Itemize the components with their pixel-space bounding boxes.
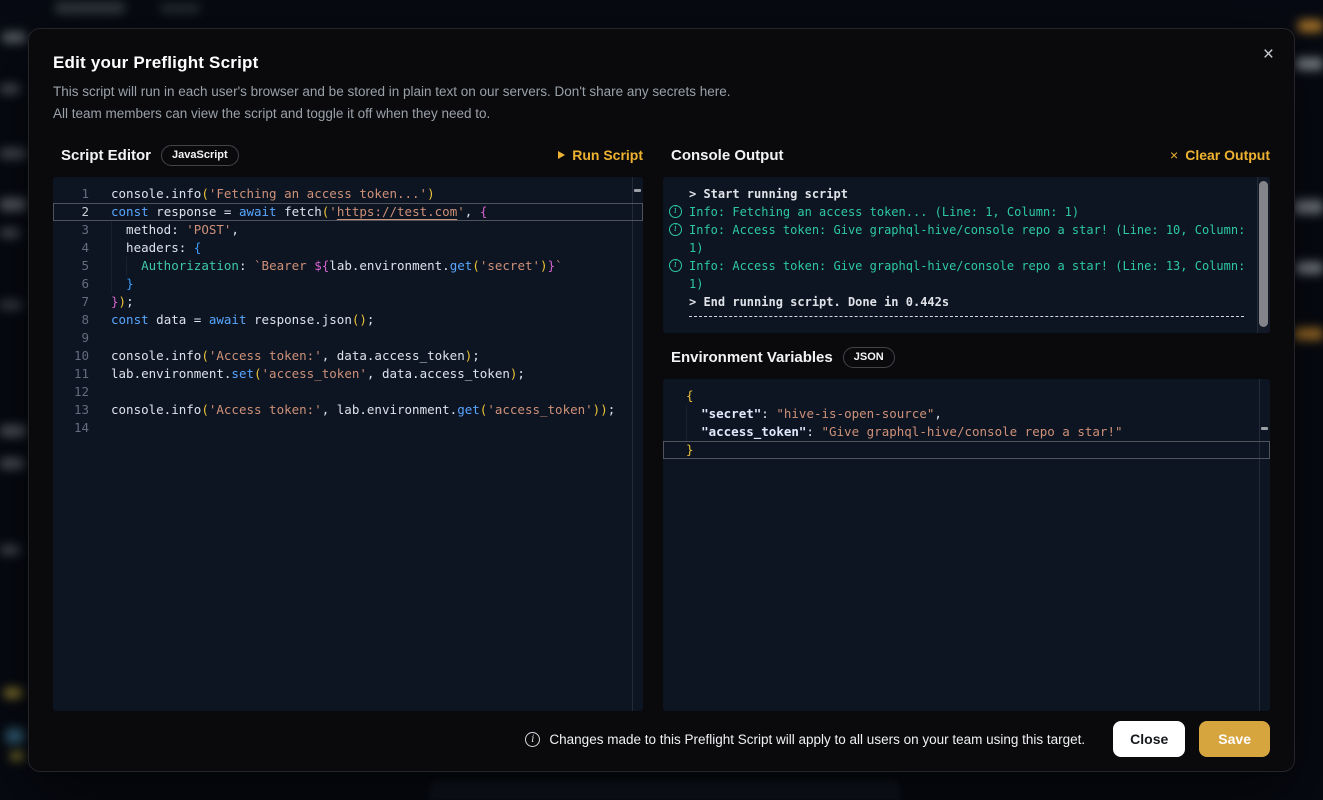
console-divider	[689, 316, 1244, 317]
console-line: iInfo: Access token: Give graphql-hive/c…	[669, 221, 1256, 257]
clear-output-label: Clear Output	[1185, 147, 1270, 163]
run-script-button[interactable]: Run Script	[558, 147, 643, 163]
footer-notice: i Changes made to this Preflight Script …	[525, 732, 1085, 747]
line-number: 7	[53, 293, 89, 311]
code-line: }	[663, 441, 1270, 459]
env-variables-editor[interactable]: { "secret": "hive-is-open-source", "acce…	[663, 379, 1270, 711]
modal-title: Edit your Preflight Script	[53, 53, 1270, 73]
code-line: 13console.info('Access token:', lab.envi…	[53, 401, 643, 419]
modal-description-line1: This script will run in each user's brow…	[53, 81, 1270, 103]
line-number: 12	[53, 383, 89, 401]
line-number: 4	[53, 239, 89, 257]
line-number: 2	[53, 203, 89, 221]
play-icon	[558, 151, 565, 159]
code-line: 12	[53, 383, 643, 401]
code-line: 14	[53, 419, 643, 437]
line-number: 5	[53, 257, 89, 275]
code-line: {	[663, 387, 1270, 405]
console-line: > End running script. Done in 0.442s	[669, 293, 1256, 311]
code-line: 6 }	[53, 275, 643, 293]
script-editor[interactable]: 1console.info('Fetching an access token.…	[53, 177, 643, 711]
line-number: 13	[53, 401, 89, 419]
save-button[interactable]: Save	[1199, 721, 1270, 757]
code-line: 3 method: 'POST',	[53, 221, 643, 239]
code-line: 10console.info('Access token:', data.acc…	[53, 347, 643, 365]
run-script-label: Run Script	[572, 147, 643, 163]
line-number: 10	[53, 347, 89, 365]
console-line: iInfo: Access token: Give graphql-hive/c…	[669, 257, 1256, 293]
modal-description-line2: All team members can view the script and…	[53, 103, 1270, 125]
script-editor-title: Script Editor	[61, 147, 151, 164]
line-number: 3	[53, 221, 89, 239]
code-line: 8const data = await response.json();	[53, 311, 643, 329]
clear-icon: ×	[1170, 147, 1178, 163]
json-badge: JSON	[843, 347, 895, 368]
code-line: 5 Authorization: `Bearer ${lab.environme…	[53, 257, 643, 275]
code-line: 11lab.environment.set('access_token', da…	[53, 365, 643, 383]
info-circle-icon: i	[669, 205, 682, 218]
line-number: 8	[53, 311, 89, 329]
preflight-script-modal: × Edit your Preflight Script This script…	[28, 28, 1295, 772]
console-output-title: Console Output	[671, 147, 784, 164]
footer-notice-text: Changes made to this Preflight Script wi…	[549, 732, 1085, 747]
language-badge: JavaScript	[161, 145, 239, 166]
environment-variables-title: Environment Variables	[671, 349, 833, 366]
line-number: 14	[53, 419, 89, 437]
code-line: 7});	[53, 293, 643, 311]
close-button[interactable]: Close	[1113, 721, 1185, 757]
console-line: > Start running script	[669, 185, 1256, 203]
clear-output-button[interactable]: × Clear Output	[1170, 147, 1270, 163]
console-line: iInfo: Fetching an access token... (Line…	[669, 203, 1256, 221]
console-scrollbar-thumb[interactable]	[1259, 181, 1268, 327]
code-line: 9	[53, 329, 643, 347]
line-number: 6	[53, 275, 89, 293]
modal-close-icon[interactable]: ×	[1263, 45, 1274, 64]
info-icon: i	[525, 732, 540, 747]
code-line: 4 headers: {	[53, 239, 643, 257]
info-circle-icon: i	[669, 223, 682, 236]
line-number: 9	[53, 329, 89, 347]
code-line: "secret": "hive-is-open-source",	[663, 405, 1270, 423]
console-output[interactable]: > Start running scriptiInfo: Fetching an…	[663, 177, 1270, 333]
code-line: "access_token": "Give graphql-hive/conso…	[663, 423, 1270, 441]
line-number: 1	[53, 185, 89, 203]
code-line: 2const response = await fetch('https://t…	[53, 203, 643, 221]
line-number: 11	[53, 365, 89, 383]
code-line: 1console.info('Fetching an access token.…	[53, 185, 643, 203]
info-circle-icon: i	[669, 259, 682, 272]
